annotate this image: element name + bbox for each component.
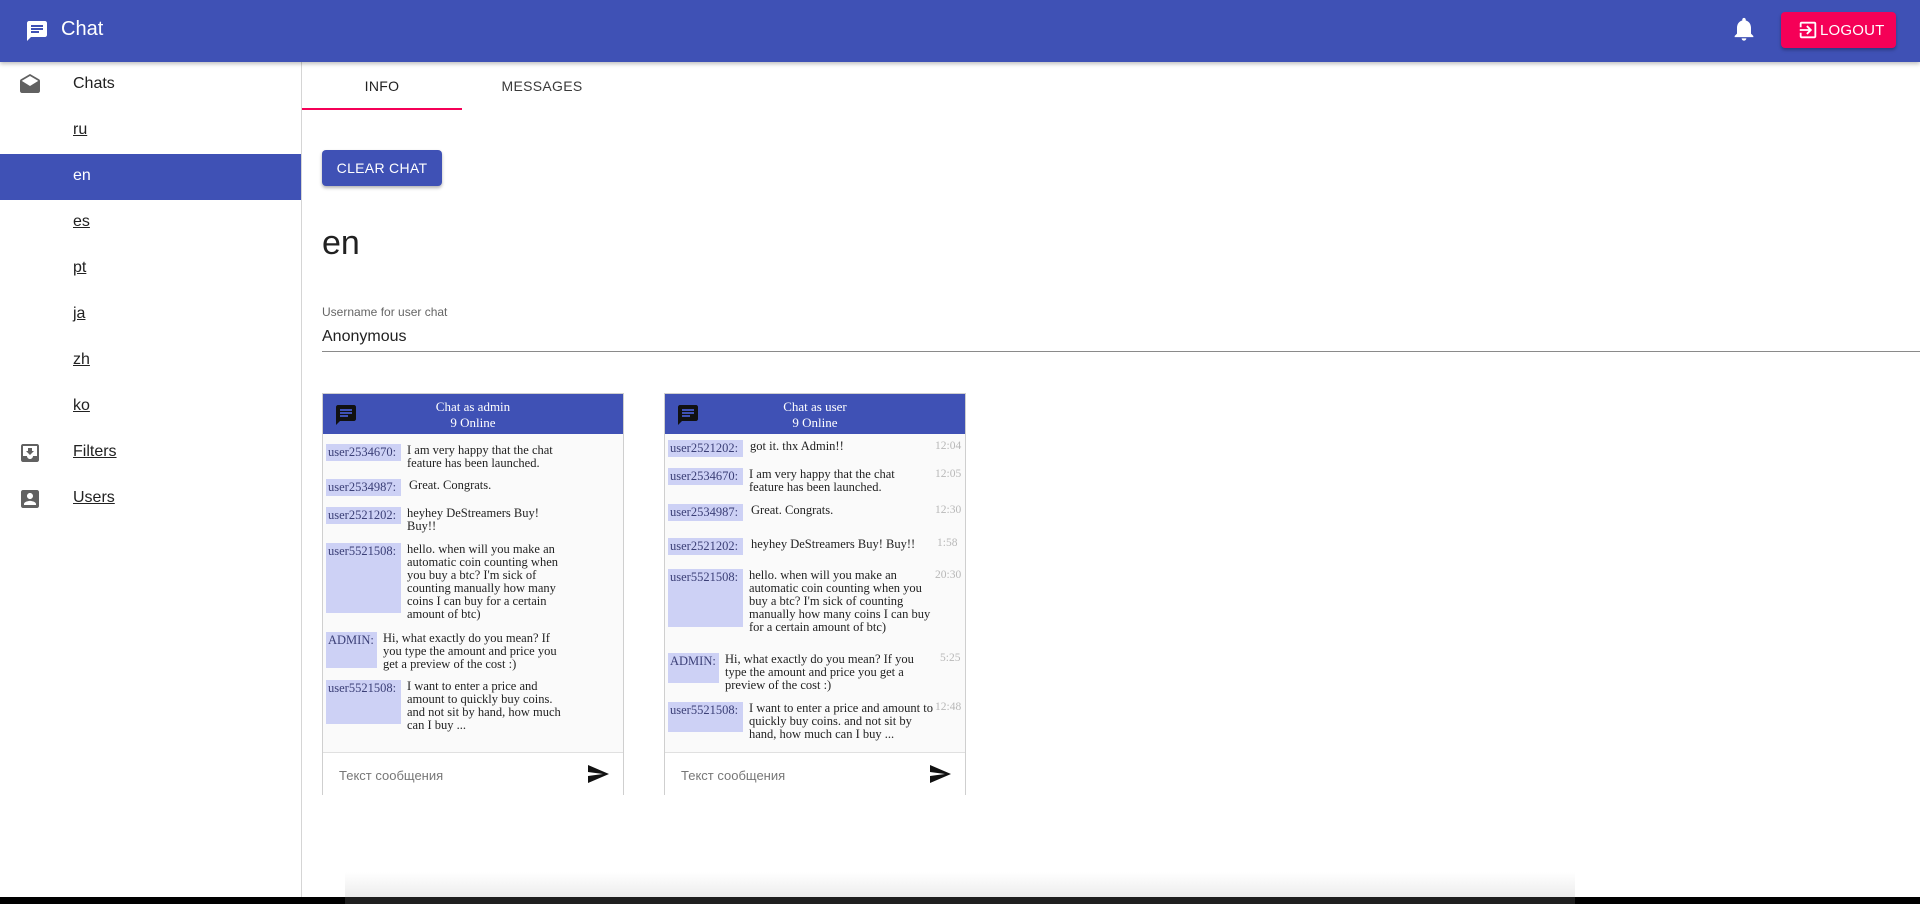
sidebar-item-room-pt[interactable]: pt — [0, 246, 301, 292]
tab-info[interactable]: INFO — [302, 62, 462, 110]
message-username[interactable]: user2534670: — [326, 444, 401, 461]
sidebar-item-room-es[interactable]: es — [0, 200, 301, 246]
message-composer — [323, 752, 623, 795]
sidebar-users-label: Users — [73, 489, 115, 506]
sidebar-item-room-ko[interactable]: ko — [0, 384, 301, 430]
message-time: 12:30 — [935, 504, 962, 516]
page-bottom-shade — [345, 872, 1575, 897]
chat-icon — [27, 21, 47, 41]
message-username[interactable]: ADMIN: — [668, 653, 719, 683]
message-username[interactable]: user5521508: — [668, 702, 743, 732]
message-text: I want to enter a price and amount to qu… — [749, 701, 933, 741]
message-username[interactable]: user2534987: — [326, 479, 401, 496]
message-text: hello. when will you make an automatic c… — [749, 568, 931, 634]
message-username[interactable]: user5521508: — [326, 543, 401, 613]
sidebar-item-room-en[interactable]: en — [0, 154, 301, 200]
send-icon[interactable] — [928, 762, 952, 786]
message-username[interactable]: user2521202: — [668, 440, 743, 457]
send-icon[interactable] — [586, 762, 610, 786]
message-text: Hi, what exactly do you mean? If you typ… — [383, 631, 557, 671]
drafts-mail-icon — [20, 74, 40, 93]
message-text: heyhey DeStreamers Buy! Buy!! — [751, 537, 916, 551]
message-time: 1:58 — [937, 537, 958, 549]
room-link[interactable]: ja — [73, 305, 85, 323]
app-title: Chat — [61, 18, 104, 40]
message-text: I want to enter a price and amount to qu… — [407, 679, 561, 732]
logout-button[interactable]: LOGOUT — [1781, 12, 1896, 48]
message-username[interactable]: user5521508: — [668, 569, 743, 627]
message-time: 12:05 — [935, 468, 962, 480]
message-username[interactable]: ADMIN: — [326, 632, 377, 668]
sidebar-item-users[interactable]: Users — [0, 476, 301, 522]
room-link[interactable]: pt — [73, 259, 86, 277]
message-username[interactable]: user2521202: — [326, 507, 401, 524]
sidebar-item-room-zh[interactable]: zh — [0, 338, 301, 384]
widget-header: Chat as user 9 Online — [665, 394, 965, 434]
message-text: I am very happy that the chat feature ha… — [407, 443, 553, 470]
message-text: Hi, what exactly do you mean? If you typ… — [725, 652, 914, 692]
room-link[interactable]: en — [73, 167, 91, 185]
account-box-icon — [21, 490, 39, 508]
logout-label: LOGOUT — [1820, 21, 1885, 39]
os-taskbar-edge — [345, 897, 1575, 904]
message-username[interactable]: user2521202: — [668, 538, 743, 555]
message-composer — [665, 752, 965, 795]
notifications-bell-icon[interactable] — [1730, 15, 1758, 43]
sidebar-item-room-ja[interactable]: ja — [0, 292, 301, 338]
message-text: I am very happy that the chat feature ha… — [749, 467, 895, 494]
room-link[interactable]: ru — [73, 121, 87, 139]
sidebar-item-room-ru[interactable]: ru — [0, 108, 301, 154]
message-text: hello. when will you make an automatic c… — [407, 542, 559, 621]
message-username[interactable]: user5521508: — [326, 680, 401, 724]
widget-title: Chat as admin — [435, 399, 511, 414]
message-time: 5:25 — [940, 652, 961, 664]
filter-inbox-icon — [21, 444, 39, 462]
online-count: 9 Online — [792, 415, 838, 430]
message-input[interactable] — [679, 765, 913, 785]
logout-icon — [1799, 21, 1817, 39]
message-text: heyhey DeStreamers Buy! Buy!! — [407, 506, 539, 533]
username-field[interactable] — [322, 323, 1920, 352]
room-link[interactable]: ko — [73, 397, 90, 415]
message-username[interactable]: user2534987: — [668, 504, 743, 521]
sidebar-item-filters[interactable]: Filters — [0, 430, 301, 476]
message-text: Great. Congrats. — [751, 503, 834, 517]
user-chat-widget: Chat as user 9 Online user2521202: got i… — [664, 393, 966, 795]
message-time: 12:04 — [935, 440, 962, 452]
message-time: 12:48 — [935, 701, 962, 713]
username-field-label: Username for user chat — [322, 305, 448, 319]
sidebar: Chats ru en es pt ja zh ko Filters Users — [0, 62, 302, 897]
message-time: 20:30 — [935, 569, 962, 581]
message-text: got it. thx Admin!! — [750, 439, 844, 453]
message-username[interactable]: user2534670: — [668, 468, 743, 485]
app-bar: Chat LOGOUT — [0, 0, 1920, 62]
sidebar-chats-label: Chats — [73, 75, 115, 92]
message-text: Great. Congrats. — [409, 478, 492, 492]
widget-header: Chat as admin 9 Online — [323, 394, 623, 434]
online-count: 9 Online — [450, 415, 496, 430]
message-input[interactable] — [337, 765, 571, 785]
sidebar-filters-label: Filters — [73, 443, 117, 460]
admin-chat-widget: Chat as admin 9 Online user2534670: I am… — [322, 393, 624, 795]
widget-title: Chat as user — [783, 399, 847, 414]
room-link[interactable]: zh — [73, 351, 90, 369]
sidebar-item-chats[interactable]: Chats — [0, 62, 301, 108]
room-link[interactable]: es — [73, 213, 90, 231]
tab-messages[interactable]: MESSAGES — [462, 62, 622, 110]
chat-name-heading: en — [322, 224, 360, 262]
clear-chat-button[interactable]: CLEAR CHAT — [322, 150, 442, 186]
